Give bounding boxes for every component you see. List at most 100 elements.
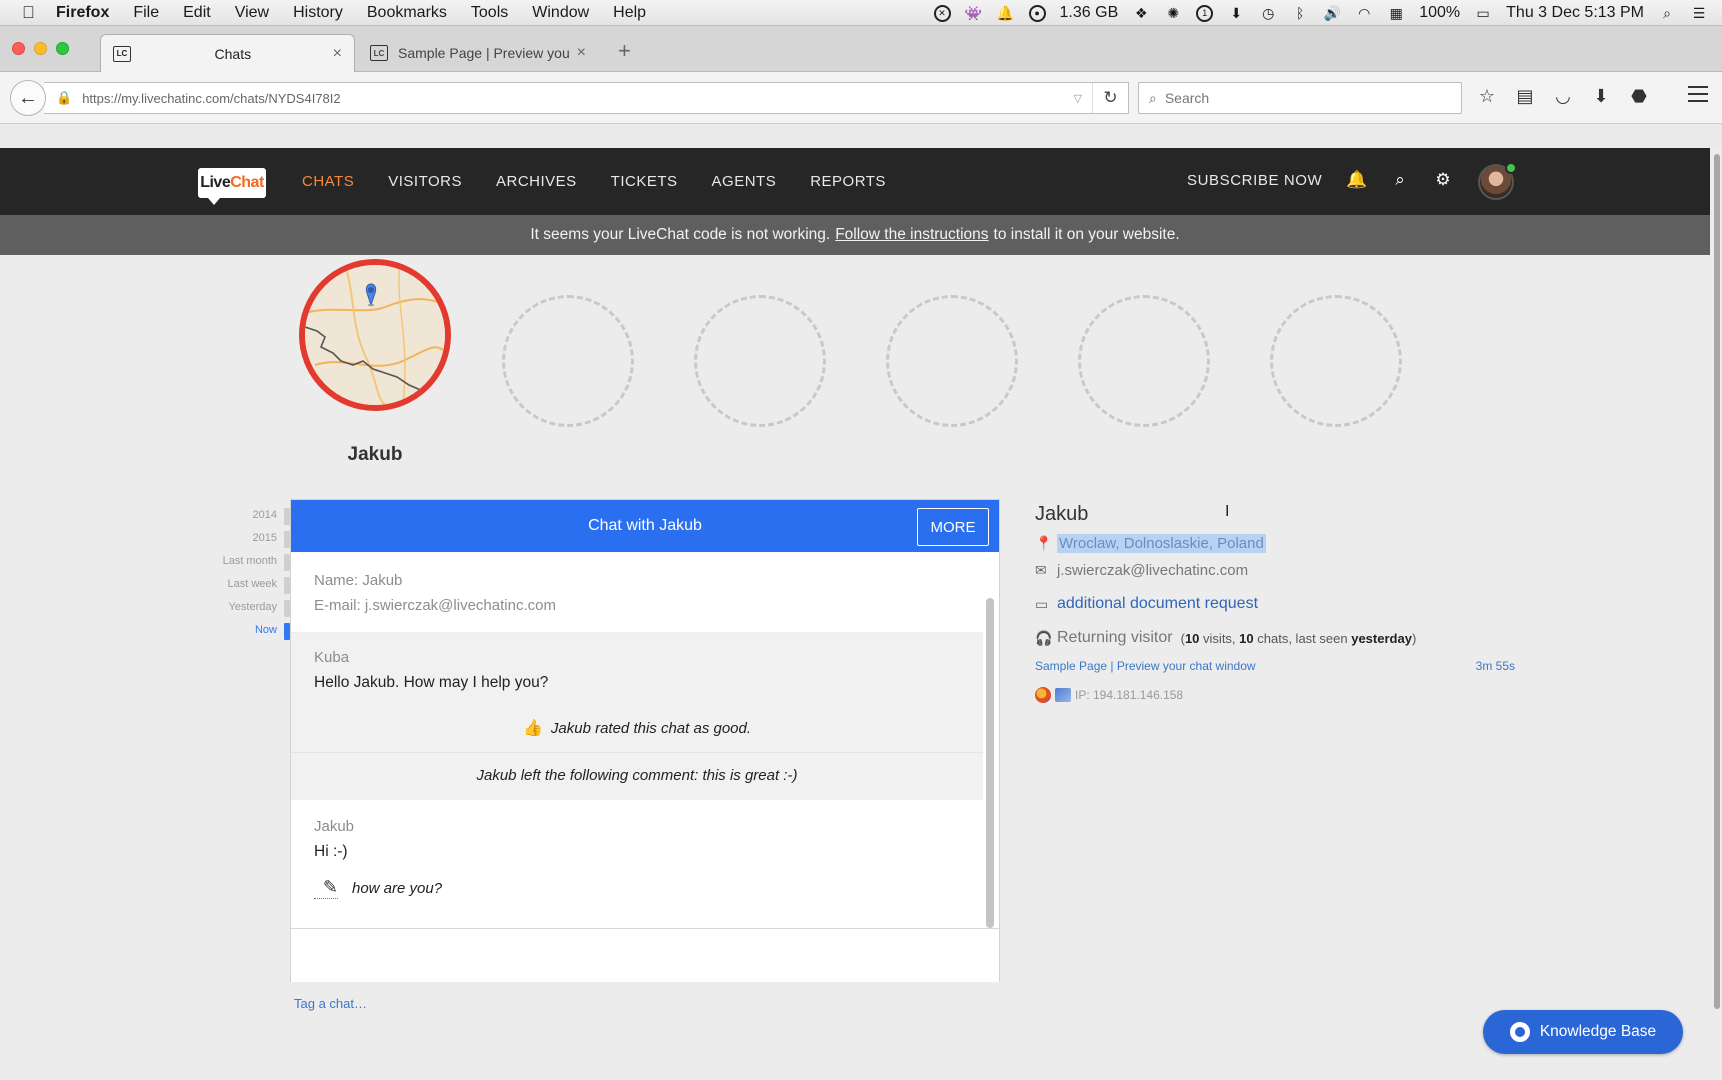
timeline-item[interactable]: Last week [200,573,293,596]
status-x-icon[interactable]: ✕ [933,4,951,22]
settings-gear-icon[interactable]: ⚙ [1431,168,1455,192]
subscribe-now-link[interactable]: SUBSCRIBE NOW [1187,172,1322,189]
warning-text-before: It seems your LiveChat code is not worki… [530,226,831,243]
history-dropdown-icon[interactable]: ▽ [1074,92,1082,105]
timeline-item[interactable]: Last month [200,550,293,573]
battery-percent[interactable]: 100% [1419,4,1460,22]
visitor-info-block: Name: Jakub E-mail: j.swierczak@livechat… [291,552,983,633]
notification-bell-icon[interactable]: 🔔 [997,4,1015,22]
volume-icon[interactable]: 🔊 [1323,4,1341,22]
reload-icon[interactable]: ↻ [1092,83,1128,113]
logo-live: Live [200,174,231,191]
zoom-window-button[interactable] [56,42,69,55]
lock-icon[interactable]: 🔒 [56,90,72,106]
visitor-map-avatar[interactable] [299,259,451,411]
tab-sample-page[interactable]: LC Sample Page | Preview you... × [358,34,598,72]
clock[interactable]: Thu 3 Dec 5:13 PM [1506,4,1644,22]
timeline-item[interactable]: 2015 [200,527,293,550]
chat-transcript[interactable]: Name: Jakub E-mail: j.swierczak@livechat… [291,552,983,928]
nav-tickets[interactable]: TICKETS [611,173,678,190]
battery-icon[interactable]: ▭ [1474,4,1492,22]
onepassword-icon[interactable]: 1 [1196,4,1214,22]
nav-chats[interactable]: CHATS [302,173,354,190]
tag-chat-link[interactable]: Tag a chat… [294,996,367,1011]
close-window-button[interactable] [12,42,25,55]
search-icon[interactable]: ⌕ [1388,168,1412,192]
tab-chats[interactable]: LC Chats × [100,34,355,72]
page-scrollbar-thumb[interactable] [1714,154,1720,1009]
livechat-logo[interactable]: Live Chat [198,168,266,205]
logo-chat: Chat [230,174,264,191]
menu-tools[interactable]: Tools [471,4,508,22]
message-input[interactable] [291,928,999,982]
downloads-icon[interactable]: ⬇ [1590,84,1612,108]
input-source-icon[interactable]: ▦ [1387,4,1405,22]
time-machine-icon[interactable]: ◷ [1259,4,1277,22]
menu-window[interactable]: Window [532,4,589,22]
location-row: 📍 Wroclaw, Dolnoslaskie, Poland I [1035,503,1515,553]
rating-notice: 👍 Jakub rated this chat as good. [291,706,983,752]
timeline-label: 2015 [252,532,277,544]
menu-bookmarks[interactable]: Bookmarks [367,4,447,22]
menu-app-name[interactable]: Firefox [56,4,109,22]
timeline-item[interactable]: 2014 [200,504,293,527]
spotlight-search-icon[interactable]: ⌕ [1658,4,1676,22]
nav-reports[interactable]: REPORTS [810,173,886,190]
visit-stats: (10 visits, 10 chats, last seen yesterda… [1181,631,1417,646]
visitor-name-label: Jakub [347,444,403,465]
url-text[interactable]: https://my.livechatinc.com/chats/NYDS4I7… [82,91,1073,106]
close-tab-icon[interactable]: × [577,44,586,62]
memory-readout[interactable]: 1.36 GB [1060,4,1119,22]
ip-text: IP: 194.181.146.158 [1075,688,1184,702]
notifications-bell-icon[interactable]: 🔔 [1345,168,1369,192]
timeline-label: 2014 [252,509,277,521]
visitor-message: Jakub Hi :-) ✎ how are you? [291,800,983,909]
close-tab-icon[interactable]: × [333,45,342,63]
nav-visitors[interactable]: VISITORS [388,173,462,190]
lifebuoy-icon [1509,1022,1530,1042]
follow-instructions-link[interactable]: Follow the instructions [835,226,988,244]
memory-gauge-icon[interactable]: ● [1028,4,1046,22]
search-input[interactable]: ⌕ Search [1138,82,1462,114]
rating-text: Jakub rated this chat as good. [550,719,752,737]
reading-list-icon[interactable]: ▤ [1514,84,1536,108]
wifi-icon[interactable]: ◠ [1355,4,1373,22]
apple-menu-icon[interactable]:  [22,3,42,23]
timeline-item[interactable]: Yesterday [200,596,293,619]
timeline-item-now[interactable]: Now [200,619,293,642]
browser-tabbar: LC Chats × LC Sample Page | Preview you.… [0,26,1722,72]
adblock-icon[interactable]: ⬣ [1628,84,1650,108]
bookmark-star-icon[interactable]: ☆ [1476,84,1498,108]
main-nav: CHATS VISITORS ARCHIVES TICKETS AGENTS R… [302,148,886,215]
download-tray-icon[interactable]: ⬇ [1227,4,1245,22]
hamburger-menu-icon[interactable] [1688,86,1708,107]
knowledge-base-button[interactable]: Knowledge Base [1483,1010,1683,1054]
chat-scrollbar[interactable] [986,598,994,928]
visitor-details: Jakub 📍 Wroclaw, Dolnoslaskie, Poland I … [1035,503,1515,703]
visits-count: 10 [1184,630,1200,646]
nav-archives[interactable]: ARCHIVES [496,173,577,190]
menu-help[interactable]: Help [613,4,646,22]
minimize-window-button[interactable] [34,42,47,55]
current-page-link[interactable]: Sample Page | Preview your chat window [1035,659,1256,673]
menu-file[interactable]: File [133,4,159,22]
back-button[interactable]: ← [10,80,46,116]
location-text[interactable]: Wroclaw, Dolnoslaskie, Poland [1057,534,1266,553]
nav-agents[interactable]: AGENTS [712,173,777,190]
dropbox-icon[interactable]: ❖ [1132,4,1150,22]
menu-edit[interactable]: Edit [183,4,211,22]
pocket-icon[interactable]: ◡ [1552,84,1574,108]
status-alien-icon[interactable]: 👾 [965,4,983,22]
more-button[interactable]: MORE [917,508,989,546]
sync-icon[interactable]: ✺ [1164,4,1182,22]
bluetooth-icon[interactable]: ᛒ [1291,4,1309,22]
email-text[interactable]: j.swierczak@livechatinc.com [1057,562,1248,579]
notification-center-icon[interactable]: ☰ [1690,4,1708,22]
url-bar[interactable]: 🔒 https://my.livechatinc.com/chats/NYDS4… [44,82,1129,114]
ticket-link[interactable]: additional document request [1057,595,1258,613]
menu-history[interactable]: History [293,4,343,22]
os-menubar:  Firefox File Edit View History Bookmar… [0,0,1722,26]
new-tab-button[interactable]: + [618,38,631,64]
menu-view[interactable]: View [235,4,269,22]
comment-text: Jakub left the following comment: this i… [476,767,798,784]
